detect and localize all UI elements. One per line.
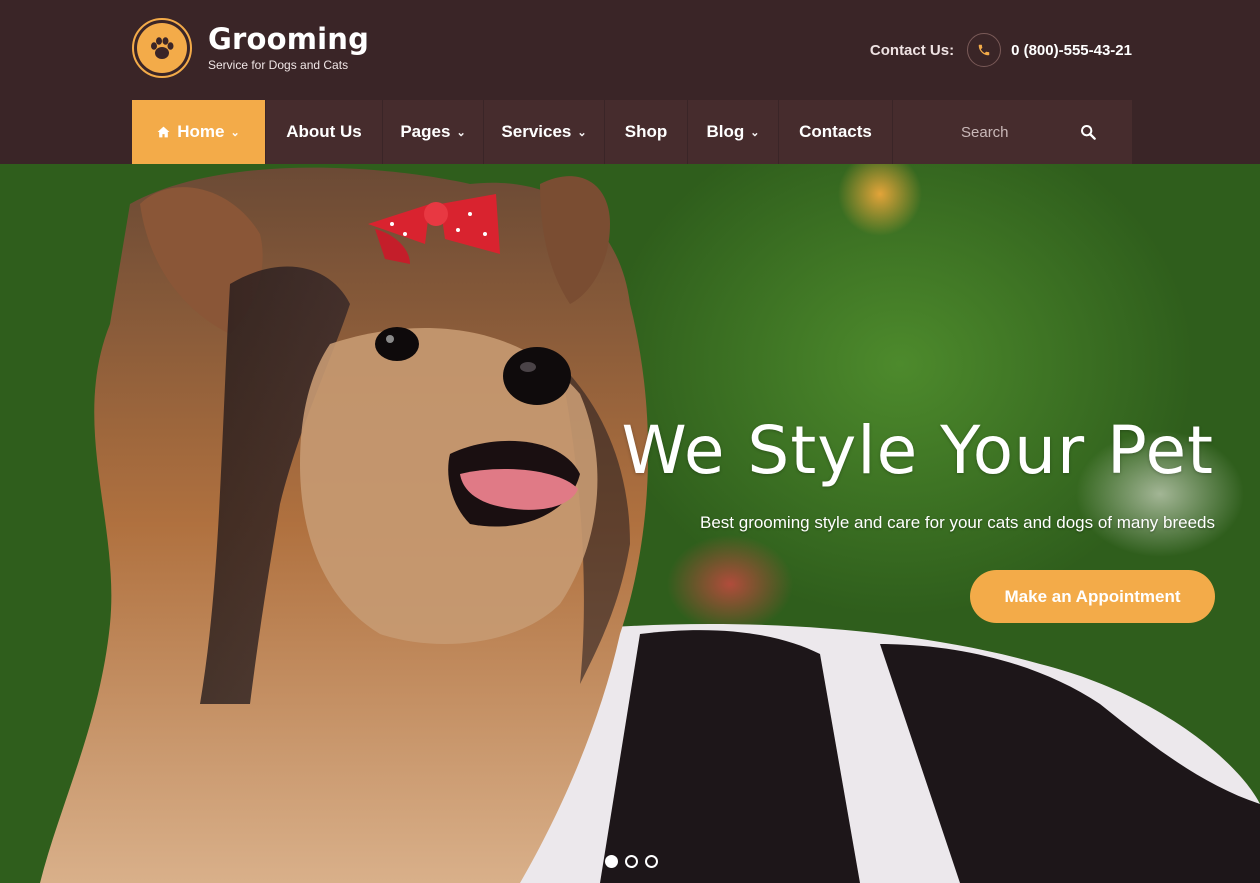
nav-item-contacts[interactable]: Contacts <box>779 100 893 164</box>
search-icon[interactable] <box>1078 122 1098 142</box>
contact-phone-number[interactable]: 0 (800)-555-43-21 <box>1011 42 1132 59</box>
slider-dot-1[interactable] <box>605 855 618 868</box>
slider-dots <box>605 855 658 868</box>
nav-search <box>893 100 1132 164</box>
nav-item-home[interactable]: Home ⌄ <box>132 100 266 164</box>
contact-label: Contact Us: <box>869 41 955 59</box>
nav-item-shop[interactable]: Shop <box>605 100 688 164</box>
logo[interactable]: Grooming Service for Dogs and Cats <box>132 18 369 78</box>
chevron-down-icon: ⌄ <box>577 126 587 139</box>
main-nav: Home ⌄ About Us Pages ⌄ Services ⌄ Shop … <box>132 100 1132 164</box>
contact-info: Contact Us: 0 (800)-555-43-21 <box>870 33 1132 67</box>
slider-dot-2[interactable] <box>625 855 638 868</box>
hero-title: We Style Your Pet <box>621 412 1214 489</box>
nav-item-label: About Us <box>286 122 362 141</box>
chevron-down-icon: ⌄ <box>750 126 760 139</box>
home-icon <box>157 126 170 138</box>
nav-item-label: Home <box>177 122 225 141</box>
nav-item-label: Blog <box>706 122 745 141</box>
nav-item-blog[interactable]: Blog ⌄ <box>688 100 779 164</box>
chevron-down-icon: ⌄ <box>230 126 240 139</box>
nav-item-label: Pages <box>400 122 451 141</box>
hero-subtitle: Best grooming style and care for your ca… <box>700 513 1215 532</box>
logo-badge <box>132 18 192 78</box>
logo-subtitle: Service for Dogs and Cats <box>208 57 349 72</box>
hero-slider: We Style Your Pet Best grooming style an… <box>0 164 1260 883</box>
logo-text: Grooming Service for Dogs and Cats <box>208 22 370 72</box>
nav-item-label: Shop <box>624 122 668 141</box>
logo-title: Grooming <box>208 22 370 57</box>
nav-item-about-us[interactable]: About Us <box>266 100 383 164</box>
paw-icon <box>137 23 187 73</box>
nav-item-pages[interactable]: Pages ⌄ <box>383 100 484 164</box>
nav-item-label: Services <box>501 122 572 141</box>
chevron-down-icon: ⌄ <box>456 126 466 139</box>
make-appointment-button[interactable]: Make an Appointment <box>970 570 1215 623</box>
nav-item-services[interactable]: Services ⌄ <box>484 100 605 164</box>
site-header: Grooming Service for Dogs and Cats Conta… <box>0 0 1260 164</box>
slider-dot-3[interactable] <box>645 855 658 868</box>
nav-item-label: Contacts <box>799 122 872 141</box>
phone-icon <box>967 33 1002 67</box>
